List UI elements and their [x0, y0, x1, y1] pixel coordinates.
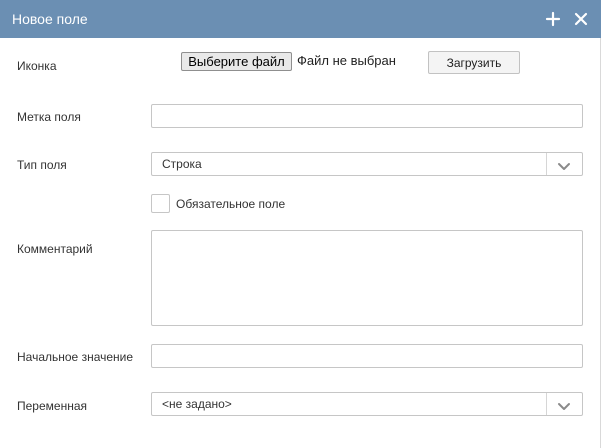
- initial-value-input[interactable]: [151, 344, 583, 368]
- plus-icon[interactable]: [543, 8, 563, 30]
- close-icon[interactable]: [571, 8, 591, 30]
- comment-textarea[interactable]: [151, 230, 583, 326]
- choose-file-button[interactable]: Выберите файл: [181, 52, 292, 71]
- icon-label: Иконка: [17, 59, 57, 73]
- select-divider: [546, 153, 547, 175]
- chevron-down-icon[interactable]: [557, 159, 571, 170]
- field-label-label: Метка поля: [17, 110, 81, 124]
- chevron-down-icon[interactable]: [557, 399, 571, 410]
- upload-button[interactable]: Загрузить: [428, 51, 520, 74]
- field-type-select[interactable]: Строка: [151, 152, 583, 176]
- select-divider: [546, 393, 547, 415]
- field-label-input[interactable]: [151, 104, 583, 128]
- variable-select[interactable]: <не задано>: [151, 392, 583, 416]
- variable-label: Переменная: [17, 399, 87, 413]
- required-checkbox-label: Обязательное поле: [176, 197, 286, 211]
- initial-value-label: Начальное значение: [17, 350, 134, 364]
- new-field-dialog: Новое поле Иконка Выберите файл Файл не …: [0, 0, 601, 448]
- dialog-titlebar: Новое поле: [0, 0, 601, 38]
- field-type-label: Тип поля: [17, 158, 67, 172]
- comment-label: Комментарий: [17, 242, 93, 256]
- file-status-text: Файл не выбран: [297, 53, 396, 68]
- field-type-value: Строка: [162, 157, 202, 171]
- required-checkbox[interactable]: [151, 194, 170, 213]
- dialog-title: Новое поле: [12, 11, 88, 27]
- variable-value: <не задано>: [162, 397, 232, 411]
